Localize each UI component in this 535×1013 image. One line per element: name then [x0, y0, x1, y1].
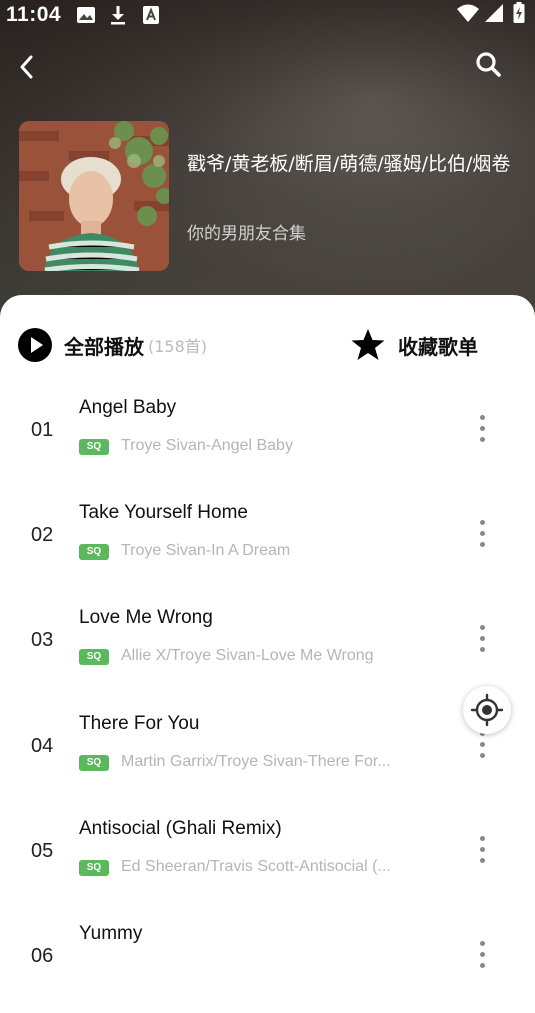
song-number: 01 [31, 419, 54, 441]
song-artist-album: Troye Sivan-In A Dream [121, 542, 291, 559]
sq-badge: SQ [79, 439, 109, 455]
star-icon [351, 329, 385, 360]
back-button[interactable] [14, 49, 44, 81]
more-vertical-icon [480, 520, 485, 525]
search-icon [476, 52, 501, 77]
song-row[interactable]: 03 Love Me Wrong SQ Allie X/Troye Sivan-… [0, 592, 535, 697]
song-title: Antisocial (Ghali Remix) [79, 818, 282, 839]
song-title: Yummy [79, 923, 143, 944]
more-options-button[interactable] [472, 938, 494, 972]
more-vertical-icon [480, 415, 485, 420]
song-number: 05 [31, 840, 54, 862]
song-title: There For You [79, 713, 200, 734]
song-title: Love Me Wrong [79, 607, 213, 628]
song-row[interactable]: 04 There For You SQ Martin Garrix/Troye … [0, 698, 535, 803]
song-artist-album: Ed Sheeran/Travis Scott-Antisocial (... [121, 858, 391, 875]
more-options-button[interactable] [472, 833, 494, 867]
song-title: Take Yourself Home [79, 502, 248, 523]
status-time: 11:04 [6, 3, 62, 26]
song-list-sheet: 全部播放 (158首) 收藏歌单 01 Angel Baby SQ Troye … [0, 295, 535, 968]
play-icon [18, 328, 52, 362]
song-title: Angel Baby [79, 397, 177, 418]
locate-icon [470, 693, 504, 727]
play-all-label: 全部播放 [64, 334, 144, 359]
sq-badge: SQ [79, 544, 109, 560]
song-number: 03 [31, 629, 54, 651]
song-artist-album: Troye Sivan-Angel Baby [121, 437, 293, 454]
status-bar: 11:04 [0, 0, 535, 30]
song-number: 04 [31, 735, 54, 757]
more-options-button[interactable] [472, 412, 494, 446]
song-count: (158首) [148, 337, 208, 356]
song-row[interactable]: 05 Antisocial (Ghali Remix) SQ Ed Sheera… [0, 803, 535, 908]
song-artist-album: Allie X/Troye Sivan-Love Me Wrong [121, 647, 374, 664]
playlist-title: 戳爷/黄老板/断眉/萌德/骚姆/比伯/烟卷 [187, 153, 511, 175]
song-number: 06 [31, 945, 54, 967]
playlist-cover-image[interactable] [19, 121, 169, 271]
song-row[interactable]: 06 Yummy [0, 908, 535, 1013]
play-all-button[interactable]: 全部播放 (158首) [18, 328, 207, 362]
favorite-playlist-button[interactable]: 收藏歌单 [350, 328, 478, 362]
gallery-icon [77, 7, 95, 23]
song-row[interactable]: 01 Angel Baby SQ Troye Sivan-Angel Baby [0, 382, 535, 487]
cover-photo [19, 121, 169, 271]
search-button[interactable] [473, 49, 505, 81]
favorite-label: 收藏歌单 [398, 334, 478, 359]
top-nav-bar [0, 45, 535, 85]
more-vertical-icon [480, 625, 485, 630]
more-vertical-icon [480, 941, 485, 946]
song-row[interactable]: 02 Take Yourself Home SQ Troye Sivan-In … [0, 487, 535, 592]
download-icon [111, 6, 125, 25]
locate-current-song-button[interactable] [463, 686, 511, 734]
more-options-button[interactable] [472, 622, 494, 656]
sq-badge: SQ [79, 755, 109, 771]
sq-badge: SQ [79, 649, 109, 665]
wifi-icon [457, 4, 479, 22]
list-controls: 全部播放 (158首) 收藏歌单 [0, 323, 535, 369]
song-artist-album: Martin Garrix/Troye Sivan-There For... [121, 753, 391, 770]
sq-badge: SQ [79, 860, 109, 876]
app-notification-icon [143, 6, 159, 24]
playlist-subtitle: 你的男朋友合集 [187, 224, 306, 244]
chevron-left-icon [20, 55, 33, 79]
battery-icon [513, 2, 525, 23]
more-options-button[interactable] [472, 517, 494, 551]
song-number: 02 [31, 524, 54, 546]
cellular-signal-icon [485, 4, 503, 22]
more-vertical-icon [480, 836, 485, 841]
